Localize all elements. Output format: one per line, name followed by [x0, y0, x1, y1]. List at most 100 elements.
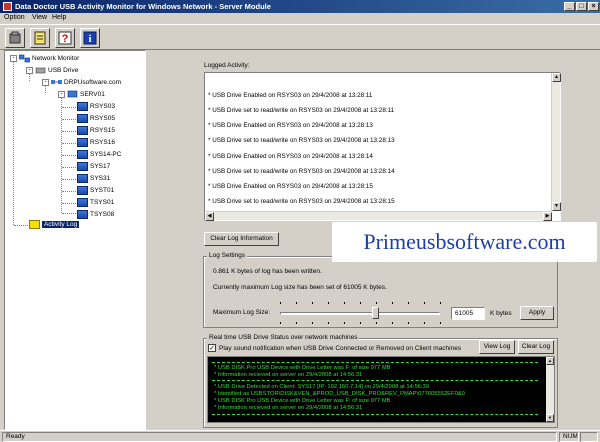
slider-tick: [344, 322, 345, 324]
log-settings-title: Log Settings: [207, 252, 248, 259]
tree-connector: [13, 59, 14, 225]
max-log-size-slider[interactable]: [280, 312, 440, 315]
slider-tick: [280, 322, 281, 324]
log-line: * USB Drive set to read/write on RSYS03 …: [208, 137, 395, 144]
slider-tick: [376, 302, 377, 304]
slider-tick: [344, 302, 345, 304]
usb-disk-button[interactable]: [5, 28, 25, 48]
max-log-size-input[interactable]: 61005: [451, 307, 485, 320]
apply-button[interactable]: Apply: [520, 306, 554, 320]
tree-node-client[interactable]: RSYS05: [77, 114, 115, 124]
console-line: * USB Drive Detected on Client: SYS17 [I…: [214, 384, 429, 390]
tree-node-client[interactable]: RSYS03: [77, 102, 115, 112]
svg-text:i: i: [88, 33, 91, 45]
expander-network-monitor[interactable]: -: [10, 55, 17, 62]
menu-view[interactable]: View: [32, 14, 47, 21]
unit-label: K bytes: [490, 310, 512, 317]
console-line: * Information recieved on server on 29/4…: [214, 372, 363, 378]
computer-icon: [77, 198, 88, 207]
log-line: * USB Drive Enabled on RSYS03 on 29/4/20…: [208, 183, 373, 190]
info-icon: i: [83, 31, 97, 45]
usb-disk-icon: [9, 31, 21, 44]
slider-tick: [312, 322, 313, 324]
tree-node-client[interactable]: RSYS16: [77, 138, 115, 148]
scroll-left-arrow-icon[interactable]: ◀: [205, 212, 214, 221]
clear-log-button[interactable]: Clear Log: [518, 340, 554, 354]
tree-node-client[interactable]: TSYS08: [77, 210, 114, 220]
scroll-right-arrow-icon[interactable]: ▶: [543, 212, 552, 221]
slider-tick: [440, 302, 441, 304]
status-panel-empty: [580, 432, 598, 442]
help-button[interactable]: ?: [55, 28, 75, 48]
console-line: * USB DISK Pro USB Device with Drive Let…: [214, 365, 391, 371]
tree-node-activity-log[interactable]: Activity Log: [29, 220, 80, 230]
tree-connector: [62, 191, 76, 192]
slider-tick: [424, 322, 425, 324]
slider-tick: [360, 302, 361, 304]
tree-connector: [62, 213, 76, 214]
log-line: * USB Drive set to read/write on RSYS03 …: [208, 168, 395, 175]
console-line: * Information recieved on server on 29/4…: [214, 405, 363, 411]
realtime-status-title: Real time USB Drive Status over network …: [207, 334, 360, 341]
tree-connector: [62, 131, 76, 132]
tree-node-client[interactable]: SYS31: [77, 174, 110, 184]
menu-option[interactable]: Option: [4, 14, 25, 21]
slider-tick: [296, 302, 297, 304]
logged-activity-list[interactable]: * USB Drive Enabled on RSYS03 on 29/4/20…: [204, 72, 561, 221]
minimize-button[interactable]: _: [564, 2, 575, 11]
play-sound-checkbox[interactable]: ✓: [208, 344, 216, 352]
tree-node-client[interactable]: SYS14-PC: [77, 150, 121, 160]
tree-node-domain[interactable]: DRPUsoftware.com: [51, 78, 121, 88]
slider-tick: [296, 322, 297, 324]
usb-drive-icon: [35, 67, 46, 74]
tree-connector: [62, 179, 76, 180]
tree-connector: [62, 143, 76, 144]
expander-server[interactable]: -: [58, 91, 65, 98]
network-icon: [19, 54, 30, 63]
expander-domain[interactable]: -: [42, 79, 49, 86]
console-line: * USB DISK Pro USB Device with Drive Let…: [214, 398, 391, 404]
network-tree[interactable]: - Network Monitor - USB Drive - DRPUsoft…: [4, 50, 146, 430]
scroll-down-arrow-icon[interactable]: ▼: [552, 202, 561, 211]
maximize-button[interactable]: □: [576, 2, 587, 11]
status-bar: Ready NUM: [0, 430, 600, 442]
log-vertical-scrollbar[interactable]: ▲ ▼: [551, 73, 561, 211]
expander-usb-drive[interactable]: -: [26, 67, 33, 74]
tree-node-network-monitor[interactable]: Network Monitor: [19, 54, 79, 64]
close-button[interactable]: ×: [588, 2, 599, 11]
tree-node-usb-drive[interactable]: USB Drive: [35, 66, 78, 76]
app-icon: [3, 2, 12, 11]
notepad-button[interactable]: [30, 28, 50, 48]
tree-node-client[interactable]: SYS17: [77, 162, 110, 172]
menu-help[interactable]: Help: [52, 14, 66, 21]
computer-icon: [77, 138, 88, 147]
tree-node-client[interactable]: SYST01: [77, 186, 114, 196]
clear-log-information-button[interactable]: Clear Log Information: [204, 232, 279, 246]
tree-connector: [61, 95, 62, 213]
slider-tick: [280, 302, 281, 304]
title-bar: Data Doctor USB Activity Monitor for Win…: [0, 0, 600, 13]
log-settings-group: [203, 256, 558, 328]
view-log-button[interactable]: View Log: [479, 340, 515, 354]
menu-bar: Option View Help: [0, 13, 600, 24]
tree-connector: [62, 107, 76, 108]
console-vertical-scrollbar[interactable]: ▲ ▼: [546, 357, 554, 422]
tree-node-client[interactable]: RSYS15: [77, 126, 115, 136]
realtime-console[interactable]: * USB DISK Pro USB Device with Drive Let…: [207, 356, 555, 423]
tree-node-client[interactable]: TSYS01: [77, 198, 114, 208]
scroll-down-arrow-icon[interactable]: ▼: [546, 414, 554, 422]
log-horizontal-scrollbar[interactable]: ◀ ▶: [205, 211, 552, 221]
computer-icon: [77, 162, 88, 171]
info-button[interactable]: i: [80, 28, 100, 48]
slider-tick: [392, 302, 393, 304]
log-line: * USB Drive Enabled on RSYS03 on 29/4/20…: [208, 92, 373, 99]
slider-tick: [408, 322, 409, 324]
slider-tick: [440, 322, 441, 324]
tree-node-server[interactable]: SERV01: [67, 90, 105, 100]
scroll-up-arrow-icon[interactable]: ▲: [552, 73, 561, 82]
num-lock-indicator: NUM: [559, 432, 579, 442]
log-written-text: 0.861 K bytes of log has been written.: [213, 268, 322, 275]
slider-tick: [360, 322, 361, 324]
scroll-up-arrow-icon[interactable]: ▲: [546, 357, 554, 365]
slider-thumb[interactable]: [372, 307, 379, 319]
